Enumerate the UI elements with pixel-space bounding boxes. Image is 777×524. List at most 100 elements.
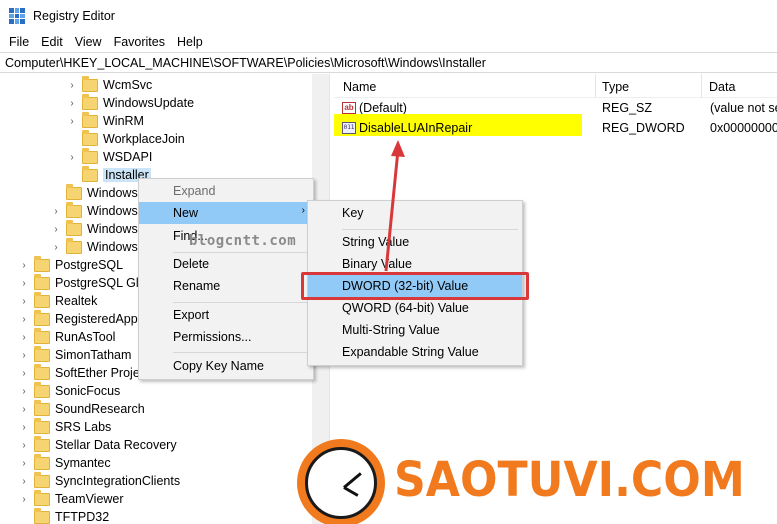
tree-item[interactable]: › Stellar Data Recovery xyxy=(18,435,177,454)
folder-icon xyxy=(34,507,50,524)
menu-item-rename[interactable]: Rename xyxy=(139,275,313,297)
menu-edit[interactable]: Edit xyxy=(35,35,69,49)
string-value-icon: ab xyxy=(342,102,356,114)
chevron-right-icon[interactable]: › xyxy=(18,440,30,451)
tree-item-label: WcmSvc xyxy=(103,78,153,92)
menu-view[interactable]: View xyxy=(69,35,108,49)
tree-item-label: WindowsUpdate xyxy=(103,96,195,110)
menu-separator xyxy=(342,229,518,230)
menu-item-delete[interactable]: Delete xyxy=(139,253,313,275)
column-type[interactable]: Type xyxy=(602,80,629,94)
tree-item[interactable]: › Windows xyxy=(50,201,138,220)
value-name: DisableLUAInRepair xyxy=(359,121,473,135)
tree-item[interactable]: › TeamViewer xyxy=(18,489,124,508)
chevron-right-icon[interactable]: › xyxy=(18,404,30,415)
column-name[interactable]: Name xyxy=(343,80,376,94)
chevron-right-icon[interactable]: › xyxy=(50,242,62,253)
chevron-right-icon[interactable]: › xyxy=(18,350,30,361)
menu-item-copy-key-name[interactable]: Copy Key Name xyxy=(139,355,313,377)
column-data[interactable]: Data xyxy=(709,80,735,94)
chevron-right-icon[interactable]: › xyxy=(18,260,30,271)
folder-icon xyxy=(34,381,50,398)
tree-item[interactable]: › WindowsUpdate xyxy=(66,93,195,112)
tree-item[interactable]: WorkplaceJoin xyxy=(66,129,185,148)
chevron-right-icon[interactable]: › xyxy=(18,476,30,487)
clock-logo-icon xyxy=(297,439,385,524)
chevron-right-icon[interactable]: › xyxy=(18,494,30,505)
menu-separator xyxy=(173,302,309,303)
menu-item-export[interactable]: Export xyxy=(139,304,313,326)
folder-icon xyxy=(34,489,50,506)
folder-icon xyxy=(66,183,82,200)
folder-icon xyxy=(34,345,50,362)
tree-item-label: SyncIntegrationClients xyxy=(55,474,181,488)
chevron-right-icon[interactable]: › xyxy=(66,116,78,127)
tree-item-label: Realtek xyxy=(55,294,98,308)
tree-item-label: SRS Labs xyxy=(55,420,112,434)
tree-item[interactable]: › SyncIntegrationClients xyxy=(18,471,181,490)
tree-item[interactable]: › WindowsF xyxy=(50,237,145,256)
chevron-right-icon[interactable]: › xyxy=(18,458,30,469)
tree-item-label: SoundResearch xyxy=(55,402,145,416)
menu-file[interactable]: File xyxy=(3,35,35,49)
annotation-box xyxy=(301,272,529,300)
tree-item-label: SimonTatham xyxy=(55,348,132,362)
tree-item[interactable]: › Realtek xyxy=(18,291,98,310)
folder-icon xyxy=(34,453,50,470)
folder-icon xyxy=(34,363,50,380)
menu-help[interactable]: Help xyxy=(171,35,209,49)
chevron-right-icon[interactable]: › xyxy=(50,224,62,235)
watermark-blogcntt: blogcntt.com xyxy=(189,233,297,249)
tree-item[interactable]: TFTPD32 xyxy=(18,507,110,524)
menu-item-expand[interactable]: Expand xyxy=(139,180,313,202)
chevron-right-icon[interactable]: › xyxy=(18,314,30,325)
tree-item-label: SonicFocus xyxy=(55,384,121,398)
folder-icon xyxy=(34,255,50,272)
chevron-right-icon: › xyxy=(301,205,305,216)
tree-item-label: Stellar Data Recovery xyxy=(55,438,177,452)
folder-icon xyxy=(34,273,50,290)
tree-item[interactable]: › RegisteredApplic xyxy=(18,309,150,328)
chevron-right-icon[interactable]: › xyxy=(18,422,30,433)
tree-item-label: TFTPD32 xyxy=(55,510,110,524)
chevron-right-icon[interactable]: › xyxy=(18,278,30,289)
chevron-right-icon[interactable]: › xyxy=(50,206,62,217)
tree-item[interactable]: › SoftEther Project xyxy=(18,363,150,382)
chevron-right-icon[interactable]: › xyxy=(18,296,30,307)
folder-icon xyxy=(82,111,98,128)
tree-item[interactable]: Windows xyxy=(50,183,138,202)
tree-item[interactable]: › PostgreSQL xyxy=(18,255,123,274)
column-divider[interactable] xyxy=(701,74,702,98)
tree-item[interactable]: › WSDAPI xyxy=(66,147,152,166)
tree-item[interactable]: › SonicFocus xyxy=(18,381,121,400)
tree-item[interactable]: › SoundResearch xyxy=(18,399,145,418)
chevron-right-icon[interactable]: › xyxy=(18,368,30,379)
menu-favorites[interactable]: Favorites xyxy=(108,35,171,49)
tree-item-label: WinRM xyxy=(103,114,144,128)
tree-item[interactable]: › Symantec xyxy=(18,453,111,472)
tree-item[interactable]: › SRS Labs xyxy=(18,417,112,436)
tree-item[interactable]: › PostgreSQL Glob xyxy=(18,273,153,292)
chevron-right-icon[interactable]: › xyxy=(18,332,30,343)
menu-item-permissions[interactable]: Permissions... xyxy=(139,326,313,348)
column-divider[interactable] xyxy=(595,74,596,98)
value-row-disableluainrepair[interactable]: 011 DisableLUAInRepair REG_DWORD 0x00000… xyxy=(334,118,777,138)
chevron-right-icon[interactable]: › xyxy=(66,80,78,91)
submenu-item-multi-string-value[interactable]: Multi-String Value xyxy=(308,319,522,341)
chevron-right-icon[interactable]: › xyxy=(66,152,78,163)
chevron-right-icon[interactable]: › xyxy=(18,386,30,397)
folder-icon xyxy=(34,471,50,488)
tree-item[interactable]: › RunAsTool xyxy=(18,327,115,346)
address-bar[interactable]: Computer\HKEY_LOCAL_MACHINE\SOFTWARE\Pol… xyxy=(0,52,777,73)
chevron-right-icon[interactable]: › xyxy=(66,98,78,109)
tree-item[interactable]: › WinRM xyxy=(66,111,144,130)
menu-separator xyxy=(173,352,309,353)
tree-item[interactable]: › Windows xyxy=(50,219,138,238)
value-data: 0x00000000 ( xyxy=(710,121,777,135)
submenu-item-qword-value[interactable]: QWORD (64-bit) Value xyxy=(308,297,522,319)
menu-item-new[interactable]: New › xyxy=(139,202,313,224)
submenu-item-expandable-string-value[interactable]: Expandable String Value xyxy=(308,341,522,363)
tree-item[interactable]: › WcmSvc xyxy=(66,75,153,94)
folder-icon xyxy=(82,75,98,92)
tree-item[interactable]: › SimonTatham xyxy=(18,345,132,364)
